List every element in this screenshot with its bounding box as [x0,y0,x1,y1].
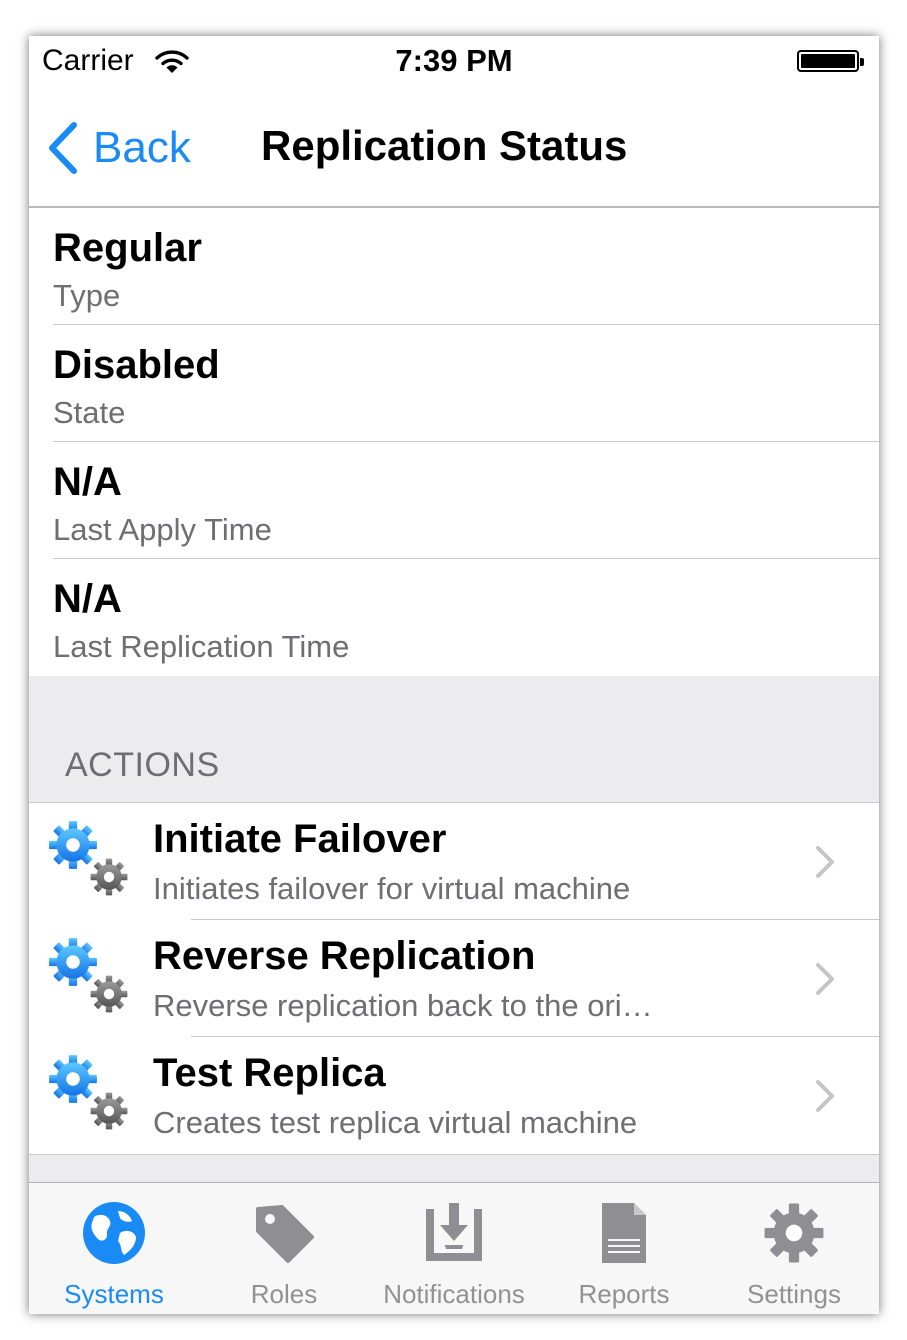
detail-label: State [53,395,126,430]
actions-list: Initiate Failover Initiates failover for… [29,803,879,1154]
action-title: Initiate Failover [153,817,447,861]
tab-label: Settings [747,1279,841,1309]
action-reverse-replication[interactable]: Reverse Replication Reverse replication … [29,920,879,1037]
document-icon [602,1203,646,1263]
chevron-right-icon [816,846,834,878]
tab-bar: Systems Roles Notifications Reports Sett… [29,1182,879,1314]
status-bar: Carrier 7:39 PM [29,36,879,88]
phone-screen: Carrier 7:39 PM Back Replication Status … [29,36,879,1314]
gears-icon [49,821,128,896]
detail-value: Regular [53,226,202,270]
tab-label: Roles [250,1279,318,1309]
tab-notifications[interactable]: Notifications [369,1183,539,1314]
detail-label: Last Replication Time [53,629,350,664]
back-button[interactable]: Back [47,120,191,176]
tab-roles[interactable]: Roles [199,1183,369,1314]
tab-reports[interactable]: Reports [539,1183,709,1314]
globe-icon [83,1202,145,1264]
detail-row-last-replication-time: N/A Last Replication Time [29,559,879,676]
chevron-right-icon [816,1080,834,1112]
inbox-download-icon [426,1203,482,1261]
gears-icon [49,1055,128,1130]
action-subtitle: Reverse replication back to the ori… [153,988,653,1023]
detail-value: Disabled [53,343,220,387]
action-test-replica[interactable]: Test Replica Creates test replica virtua… [29,1037,879,1154]
action-title: Reverse Replication [153,934,536,978]
action-title: Test Replica [153,1051,386,1095]
tab-settings[interactable]: Settings [709,1183,879,1314]
detail-row-state: Disabled State [29,325,879,442]
chevron-left-icon [49,122,77,174]
action-initiate-failover[interactable]: Initiate Failover Initiates failover for… [29,803,879,920]
actions-section-header: ACTIONS [29,676,879,803]
action-subtitle: Initiates failover for virtual machine [153,871,631,906]
navigation-bar: Back Replication Status [29,88,879,208]
tab-label: Systems [64,1279,164,1309]
detail-value: N/A [53,577,122,621]
tab-label: Notifications [383,1279,525,1309]
action-subtitle: Creates test replica virtual machine [153,1105,638,1140]
details-list: Regular Type Disabled State N/A Last App… [29,208,879,676]
detail-label: Type [53,278,121,313]
detail-row-last-apply-time: N/A Last Apply Time [29,442,879,559]
tab-label: Reports [578,1279,670,1309]
back-label: Back [93,123,191,172]
battery-icon [797,50,864,72]
clock: 7:39 PM [395,43,513,78]
detail-row-type: Regular Type [29,208,879,325]
list-footer-gap [29,1154,879,1183]
tab-systems[interactable]: Systems [29,1183,199,1314]
page-title: Replication Status [261,122,628,169]
detail-value: N/A [53,460,122,504]
section-title: ACTIONS [65,746,220,784]
tag-icon [256,1205,314,1263]
gears-icon [49,938,128,1013]
detail-label: Last Apply Time [53,512,272,547]
chevron-right-icon [816,963,834,995]
gear-icon [764,1203,824,1263]
